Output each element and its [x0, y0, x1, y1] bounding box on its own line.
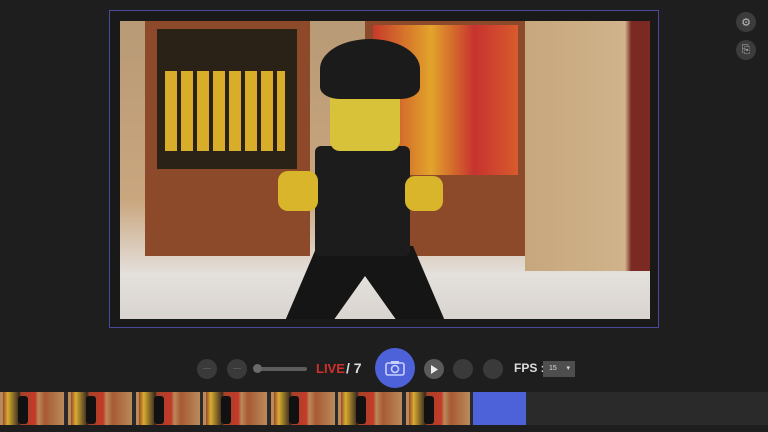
filmstrip — [0, 392, 768, 425]
frame-thumbnail[interactable] — [0, 392, 64, 425]
onion-skin-slider[interactable] — [253, 364, 307, 373]
live-label: LIVE — [316, 361, 345, 376]
live-frame-slot[interactable] — [473, 392, 526, 425]
gear-icon[interactable]: ⚙ — [736, 12, 756, 32]
minifigure-legs — [285, 246, 445, 319]
delete-frame-button[interactable] — [197, 359, 217, 379]
frame-thumbnail[interactable] — [406, 392, 470, 425]
frame-thumbnail[interactable] — [271, 392, 335, 425]
frame-count: / 7 — [346, 360, 362, 376]
background-wall — [525, 21, 650, 271]
background-poster — [145, 21, 310, 256]
minifigure-hat — [320, 39, 420, 99]
camera-preview — [109, 10, 659, 328]
frame-thumbnail[interactable] — [136, 392, 200, 425]
chevron-down-icon: ▾ — [566, 365, 570, 372]
slider-handle[interactable] — [253, 364, 262, 373]
fps-select[interactable]: 15 ▾ — [543, 361, 575, 377]
export-icon[interactable]: ⎘ — [736, 40, 756, 60]
play-button[interactable] — [424, 359, 444, 379]
sound-button[interactable] — [483, 359, 503, 379]
frame-thumbnail[interactable] — [338, 392, 402, 425]
frame-thumbnail[interactable] — [203, 392, 267, 425]
fps-value: 15 — [549, 365, 557, 372]
live-video-feed — [120, 21, 650, 319]
minifigure-head — [330, 91, 400, 151]
capture-button[interactable] — [375, 348, 415, 388]
onion-skin-button[interactable] — [227, 359, 247, 379]
play-icon — [431, 364, 438, 374]
loop-button[interactable] — [453, 359, 473, 379]
frame-thumbnail[interactable] — [68, 392, 132, 425]
minifigure-body — [315, 146, 410, 256]
minifigure-hand — [405, 176, 443, 211]
camera-icon — [385, 361, 405, 376]
fps-label: FPS : — [514, 361, 545, 375]
minifigure-hand — [278, 171, 318, 211]
